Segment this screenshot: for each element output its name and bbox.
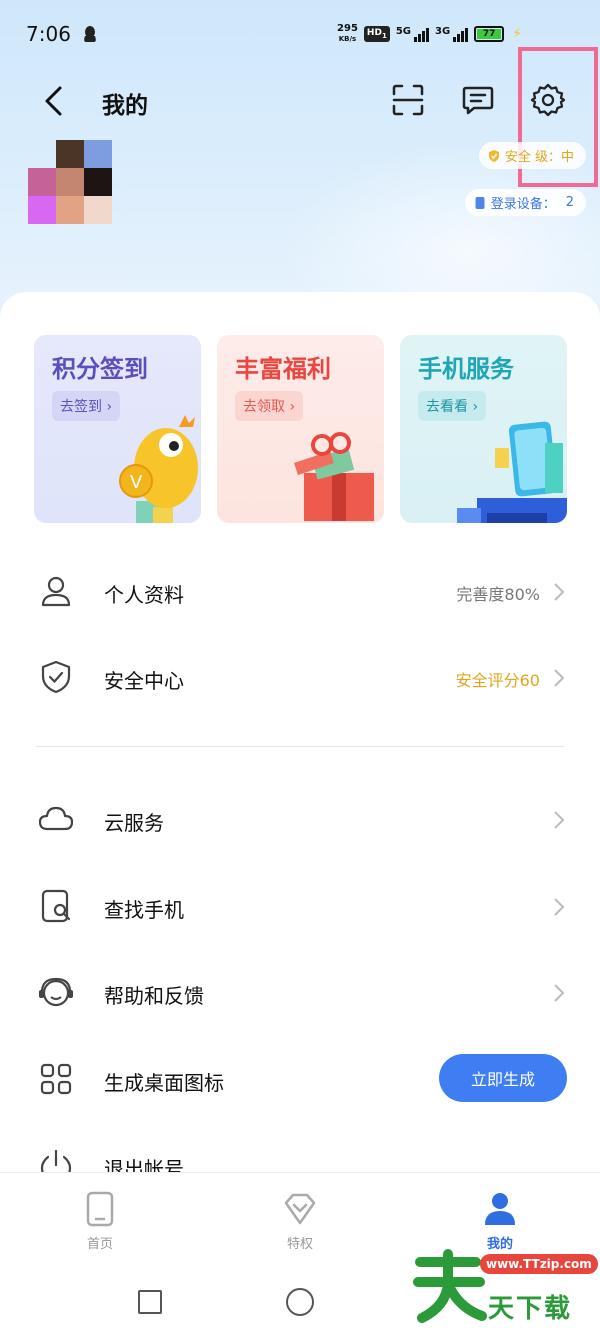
chevron-right-icon — [554, 669, 565, 687]
qq-icon — [84, 26, 96, 42]
login-devices-badge[interactable]: 登录设备： 2 — [464, 189, 586, 216]
menu-find-phone[interactable]: 查找手机 — [0, 876, 600, 936]
menu-security-center[interactable]: 安全中心 安全评分60 — [0, 647, 600, 707]
recent-apps-icon[interactable] — [138, 1290, 162, 1314]
cloud-icon — [38, 806, 74, 831]
nav-mine[interactable]: 我的 — [450, 1191, 550, 1252]
page-title: 我的 — [102, 93, 148, 119]
support-face-icon — [39, 977, 73, 1007]
signal-3g-icon: 3G — [435, 26, 469, 42]
status-bar: 7:06 295 KB/s HD1 5G 3G 77 ⚡ — [0, 0, 600, 66]
promo-checkin[interactable]: 积分签到 去签到 › V — [34, 335, 201, 523]
menu-help-feedback[interactable]: 帮助和反馈 — [0, 962, 600, 1022]
menu-cloud-service[interactable]: 云服务 — [0, 789, 600, 849]
bottom-nav: 首页 特权 我的 — [0, 1172, 600, 1262]
menu-profile[interactable]: 个人资料 完善度80% — [0, 561, 600, 621]
signal-5g-icon: 5G — [396, 26, 429, 42]
find-phone-icon — [41, 889, 71, 923]
watermark-text: 天下载 — [488, 1294, 573, 1324]
charging-icon: ⚡ — [512, 26, 522, 42]
status-time: 7:06 — [26, 22, 71, 46]
battery-icon: 77 — [474, 26, 505, 42]
message-icon[interactable] — [460, 82, 496, 118]
chevron-right-icon — [554, 984, 565, 1002]
claim-button[interactable]: 去领取 › — [235, 391, 304, 421]
watermark-logo — [413, 1249, 487, 1323]
promo-phone-service[interactable]: 手机服务 去看看 › — [400, 335, 567, 523]
promo-benefits[interactable]: 丰富福利 去领取 › — [217, 335, 384, 523]
user-icon — [41, 576, 71, 607]
shield-icon — [41, 660, 71, 694]
generate-now-button[interactable]: 立即生成 — [439, 1054, 567, 1102]
gift-box-illustration — [294, 432, 374, 521]
nav-privileges[interactable]: 特权 — [250, 1191, 350, 1252]
phone-illustration — [457, 421, 567, 523]
grid-icon — [40, 1063, 72, 1095]
device-icon — [475, 196, 485, 209]
hd-badge: HD1 — [363, 26, 390, 42]
security-score: 安全评分60 — [455, 671, 540, 690]
network-speed: 295 KB/s — [337, 23, 358, 44]
chevron-right-icon — [554, 898, 565, 916]
shield-badge-icon — [488, 149, 499, 162]
chevron-right-icon — [554, 811, 565, 829]
avatar[interactable] — [28, 140, 112, 224]
security-level-badge[interactable]: 安全 级：中 — [478, 142, 586, 169]
nav-home[interactable]: 首页 — [50, 1191, 150, 1252]
menu-logout[interactable]: 退出帐号 — [0, 1135, 600, 1172]
chevron-right-icon — [554, 583, 565, 601]
scan-icon[interactable] — [390, 82, 426, 118]
profile-completion: 完善度80% — [456, 585, 540, 604]
svg-text:V: V — [130, 472, 143, 493]
watermark-url: www.TTzip.com — [480, 1254, 598, 1274]
status-indicators: 295 KB/s HD1 5G 3G 77 ⚡ — [337, 24, 522, 44]
mascot-coin-illustration: V — [119, 415, 198, 523]
user-filled-icon — [485, 1193, 515, 1225]
divider — [36, 746, 564, 747]
phone-tab-icon — [86, 1191, 114, 1227]
home-icon[interactable] — [286, 1288, 314, 1316]
power-icon — [40, 1149, 72, 1172]
back-arrow-icon[interactable] — [38, 84, 72, 118]
diamond-icon — [284, 1193, 316, 1225]
